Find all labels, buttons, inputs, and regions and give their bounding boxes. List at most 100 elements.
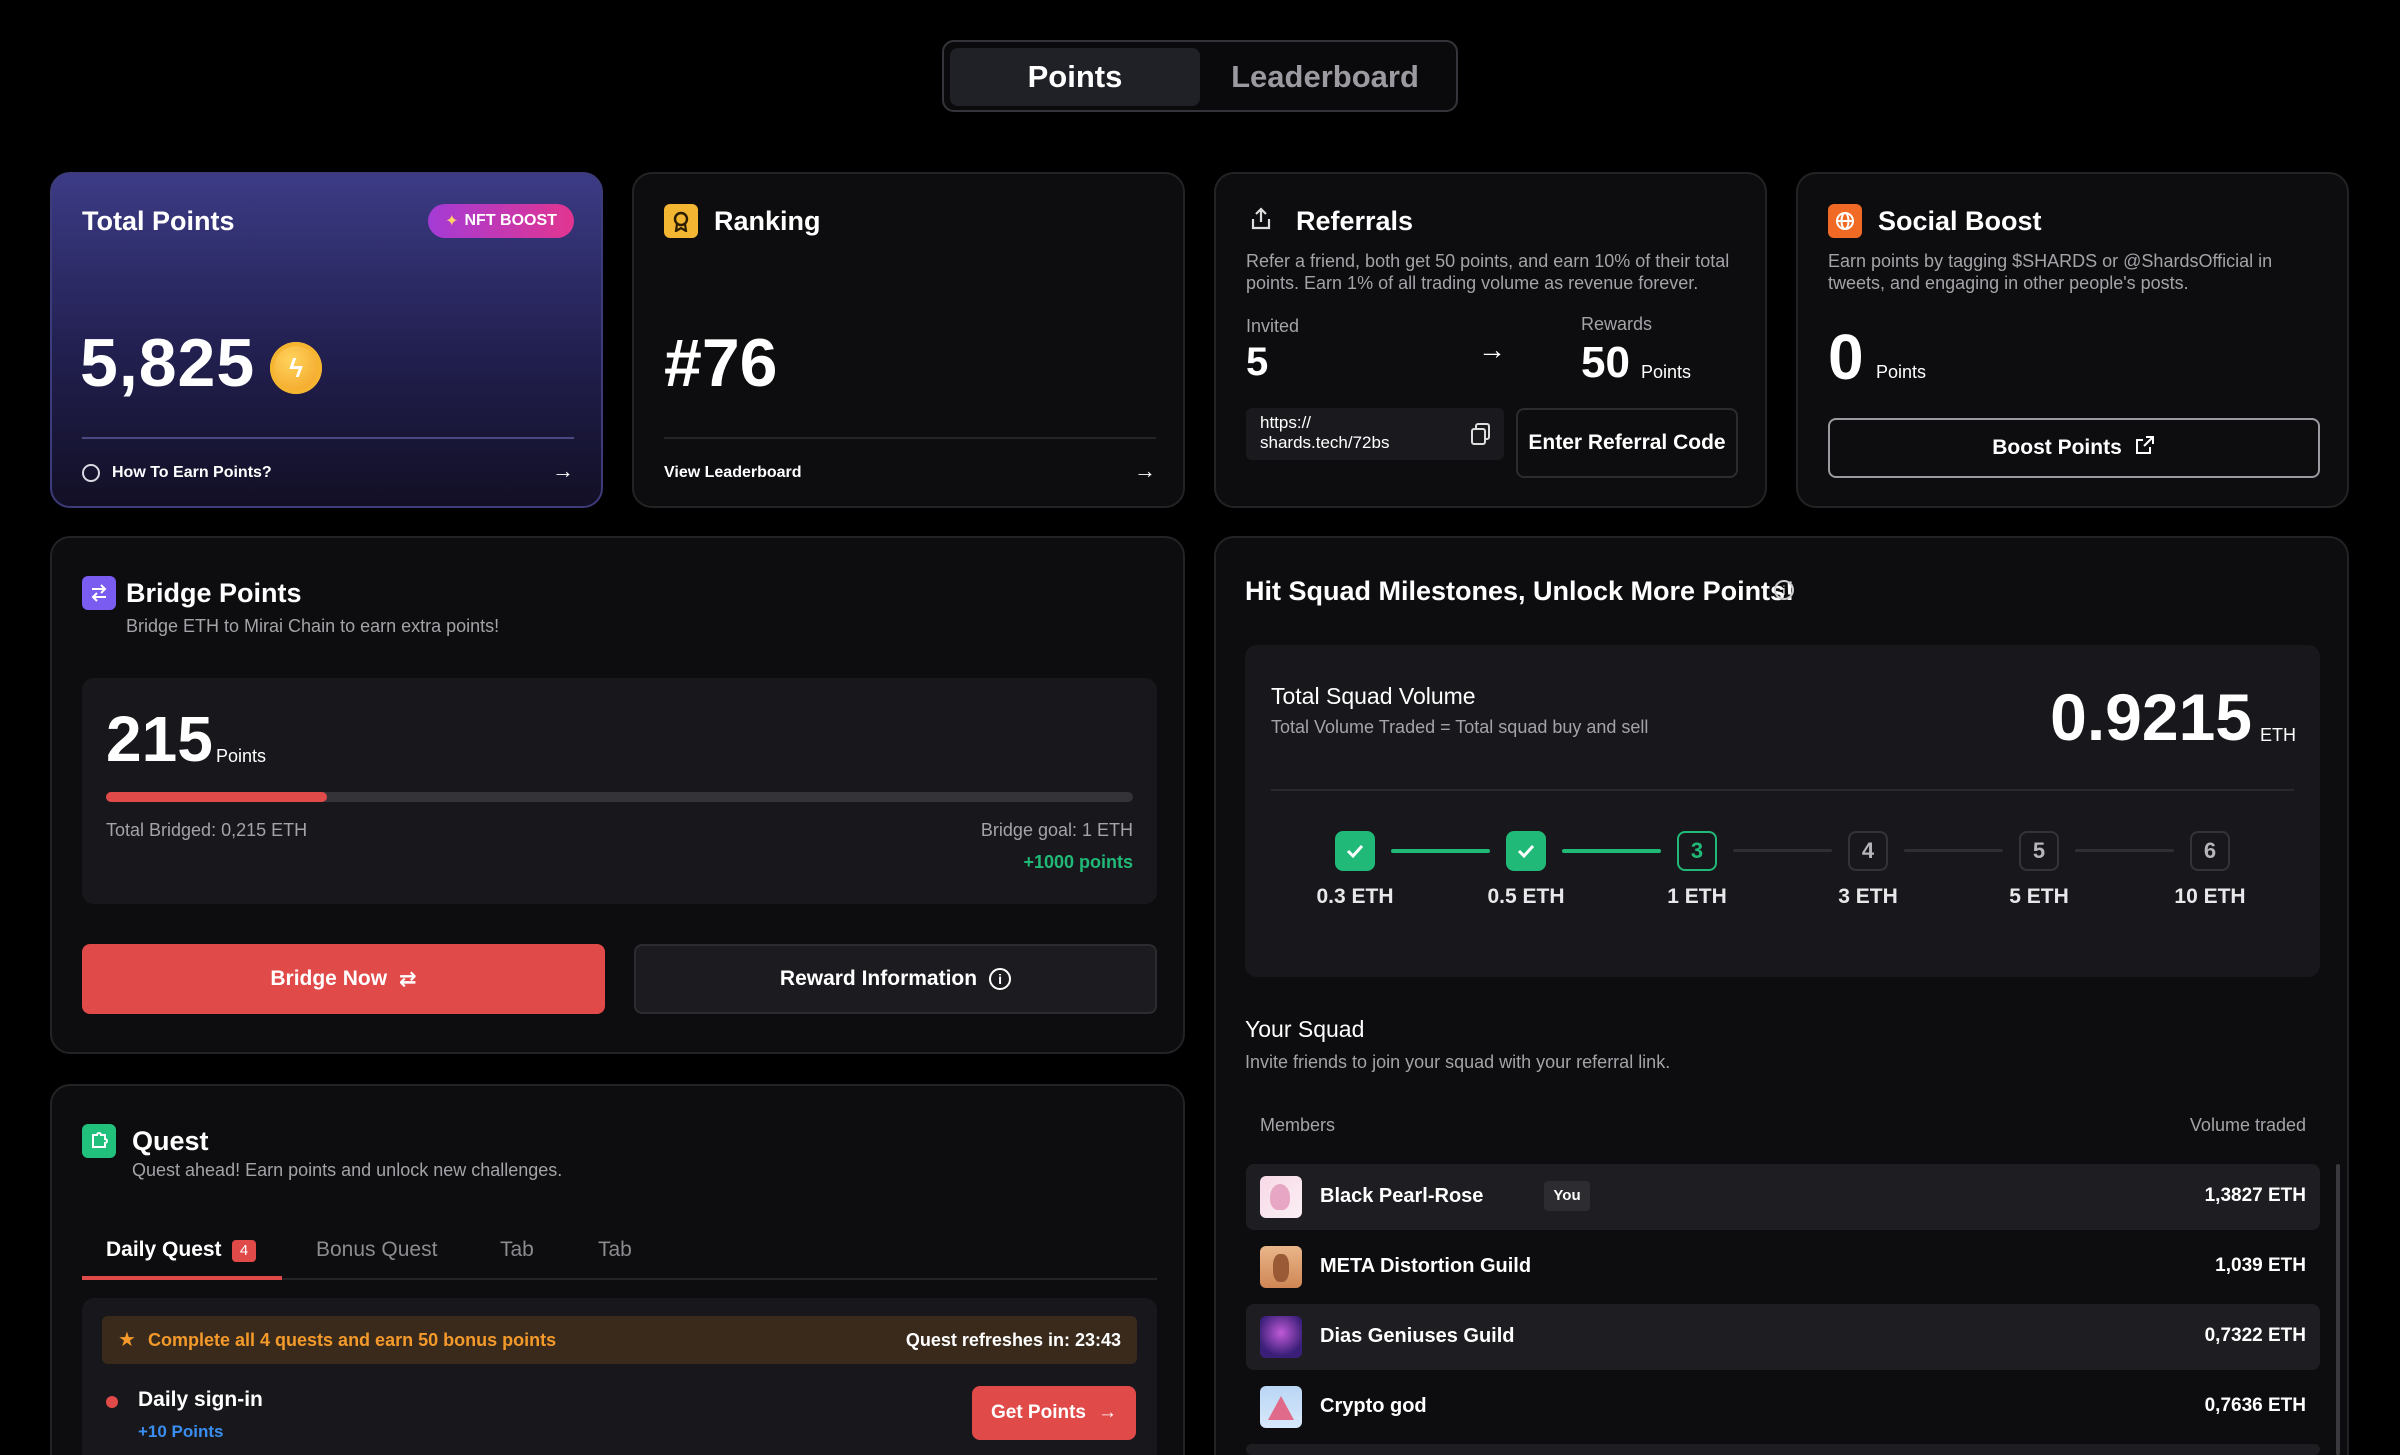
milestone-label: 3 ETH bbox=[1838, 885, 1898, 908]
social-boost-desc: Earn points by tagging $SHARDS or @Shard… bbox=[1828, 251, 2273, 293]
tab-points[interactable]: Points bbox=[950, 48, 1200, 106]
external-link-icon bbox=[2134, 434, 2156, 462]
member-volume: 1,039 ETH bbox=[2215, 1255, 2306, 1276]
info-icon: i bbox=[989, 968, 1012, 990]
milestone-connector bbox=[1904, 849, 2003, 852]
reward-information-button[interactable]: Reward Information i bbox=[634, 944, 1157, 1014]
milestone-connector bbox=[1562, 849, 1661, 853]
total-points-card: Total Points ✦ NFT BOOST 5,825 ϟ How To … bbox=[50, 172, 603, 508]
member-name: Dias Geniuses Guild bbox=[1320, 1325, 1515, 1347]
ranking-title: Ranking bbox=[714, 206, 821, 236]
milestone-label: 0.3 ETH bbox=[1316, 885, 1394, 908]
squad-volume-panel: Total Squad Volume Total Volume Traded =… bbox=[1245, 645, 2320, 977]
nft-boost-label: NFT BOOST bbox=[464, 212, 557, 229]
check-icon bbox=[1346, 844, 1364, 859]
squad-volume-value: 0.9215 bbox=[2050, 680, 2252, 754]
milestone-label: 0.5 ETH bbox=[1487, 885, 1565, 908]
squad-member-row[interactable]: Dias Geniuses Guild 0,7322 ETH bbox=[1246, 1304, 2320, 1370]
squad-volume-title: Total Squad Volume bbox=[1271, 683, 1476, 709]
nft-boost-badge: ✦ NFT BOOST bbox=[428, 204, 574, 238]
share-icon bbox=[1248, 206, 1274, 237]
referrals-card: Referrals Refer a friend, both get 50 po… bbox=[1214, 172, 1767, 508]
arrow-right-icon: → bbox=[552, 458, 574, 483]
referral-link-box[interactable]: https:// shards.tech/72bs bbox=[1246, 408, 1504, 460]
member-name: META Distortion Guild bbox=[1320, 1255, 1532, 1277]
boost-points-button[interactable]: Boost Points bbox=[1828, 418, 2320, 478]
col-members: Members bbox=[1260, 1115, 1336, 1135]
bridge-points-card: Bridge Points Bridge ETH to Mirai Chain … bbox=[50, 536, 1185, 1054]
member-volume: 0,7636 ETH bbox=[2204, 1395, 2306, 1416]
view-leaderboard-label: View Leaderboard bbox=[664, 464, 802, 481]
milestone-connector bbox=[2075, 849, 2174, 852]
sparkle-icon: ✦ bbox=[445, 213, 459, 230]
quest-title: Quest bbox=[132, 1126, 209, 1156]
milestone-connector bbox=[1733, 849, 1832, 852]
avatar bbox=[1260, 1176, 1302, 1218]
milestone-step: 3 bbox=[1677, 831, 1717, 871]
rewards-label: Rewards bbox=[1581, 314, 1653, 334]
info-icon[interactable]: i bbox=[1774, 580, 1794, 600]
milestone-label: 10 ETH bbox=[2174, 885, 2246, 908]
bridge-points-unit: Points bbox=[216, 746, 267, 766]
tab-leaderboard[interactable]: Leaderboard bbox=[1200, 48, 1450, 106]
quest-refresh-timer: Quest refreshes in: 23:43 bbox=[905, 1330, 1121, 1350]
view-leaderboard-link[interactable]: View Leaderboard → bbox=[664, 458, 1156, 490]
get-points-button[interactable]: Get Points → bbox=[972, 1386, 1136, 1440]
arrow-right-icon: → bbox=[1478, 334, 1506, 365]
member-volume: 0,7322 ETH bbox=[2204, 1325, 2306, 1346]
tab-bonus-quest[interactable]: Bonus Quest bbox=[316, 1238, 437, 1262]
squad-member-row[interactable]: META Distortion Guild 1,039 ETH bbox=[1246, 1234, 2320, 1300]
bridge-now-button[interactable]: Bridge Now ⇄ bbox=[82, 944, 605, 1014]
total-points-value: 5,825 bbox=[80, 325, 256, 401]
quest-banner-text: Complete all 4 quests and earn 50 bonus … bbox=[148, 1330, 557, 1350]
tab-4[interactable]: Tab bbox=[598, 1238, 632, 1262]
avatar bbox=[1260, 1316, 1302, 1358]
get-points-label: Get Points bbox=[990, 1402, 1086, 1423]
bridge-points-value: 215 bbox=[106, 703, 213, 775]
chat-icon bbox=[82, 464, 100, 482]
swap-icon bbox=[82, 576, 116, 610]
bridge-progress-track bbox=[106, 792, 1133, 802]
quest-item-title: Daily sign-in bbox=[138, 1388, 263, 1411]
enter-referral-code-button[interactable]: Enter Referral Code bbox=[1516, 408, 1738, 478]
arrow-right-icon: → bbox=[1098, 1402, 1117, 1423]
squad-member-row[interactable] bbox=[1246, 1444, 2320, 1455]
avatar bbox=[1260, 1246, 1302, 1288]
view-switch: Points Leaderboard bbox=[942, 40, 1458, 112]
invited-value: 5 bbox=[1246, 340, 1269, 384]
your-squad-title: Your Squad bbox=[1245, 1016, 1365, 1042]
squad-member-row[interactable]: Black Pearl-Rose You 1,3827 ETH bbox=[1246, 1164, 2320, 1230]
bridge-progress-fill bbox=[106, 792, 327, 802]
bridge-bonus: +1000 points bbox=[1023, 852, 1133, 872]
milestone-step: 6 bbox=[2190, 831, 2230, 871]
copy-icon[interactable] bbox=[1470, 422, 1490, 445]
how-to-earn-link[interactable]: How To Earn Points? → bbox=[82, 458, 574, 490]
arrow-right-icon: → bbox=[1134, 458, 1156, 483]
tab-daily-quest[interactable]: Daily Quest 4 bbox=[82, 1226, 282, 1280]
enter-referral-code-label: Enter Referral Code bbox=[1528, 431, 1726, 454]
bridge-now-label: Bridge Now bbox=[270, 967, 388, 990]
squad-volume-subtitle: Total Volume Traded = Total squad buy an… bbox=[1271, 717, 1649, 737]
squad-member-row[interactable]: Crypto god 0,7636 ETH bbox=[1246, 1374, 2320, 1440]
quest-item-points: +10 Points bbox=[138, 1422, 224, 1441]
social-boost-card: Social Boost Earn points by tagging $SHA… bbox=[1796, 172, 2349, 508]
scrollbar[interactable] bbox=[2336, 1164, 2340, 1455]
total-points-title: Total Points bbox=[82, 206, 235, 236]
member-name: Black Pearl-Rose bbox=[1320, 1185, 1484, 1207]
puzzle-icon bbox=[82, 1124, 116, 1158]
tab-3[interactable]: Tab bbox=[500, 1238, 534, 1262]
quest-list-panel: ★ Complete all 4 quests and earn 50 bonu… bbox=[82, 1298, 1157, 1455]
reward-information-label: Reward Information bbox=[779, 967, 978, 990]
milestone-check bbox=[1506, 831, 1546, 871]
total-bridged: Total Bridged: 0,215 ETH bbox=[106, 820, 308, 840]
how-to-earn-label: How To Earn Points? bbox=[112, 464, 272, 481]
quest-card: Quest Quest ahead! Earn points and unloc… bbox=[50, 1084, 1185, 1455]
referral-link: https:// shards.tech/72bs bbox=[1260, 413, 1390, 452]
your-squad-subtitle: Invite friends to join your squad with y… bbox=[1245, 1052, 1671, 1072]
avatar bbox=[1260, 1386, 1302, 1428]
invited-label: Invited bbox=[1246, 316, 1300, 336]
col-volume: Volume traded bbox=[2189, 1115, 2306, 1135]
medal-icon bbox=[664, 204, 698, 238]
you-badge: You bbox=[1544, 1181, 1590, 1211]
coin-icon: ϟ bbox=[270, 342, 322, 394]
